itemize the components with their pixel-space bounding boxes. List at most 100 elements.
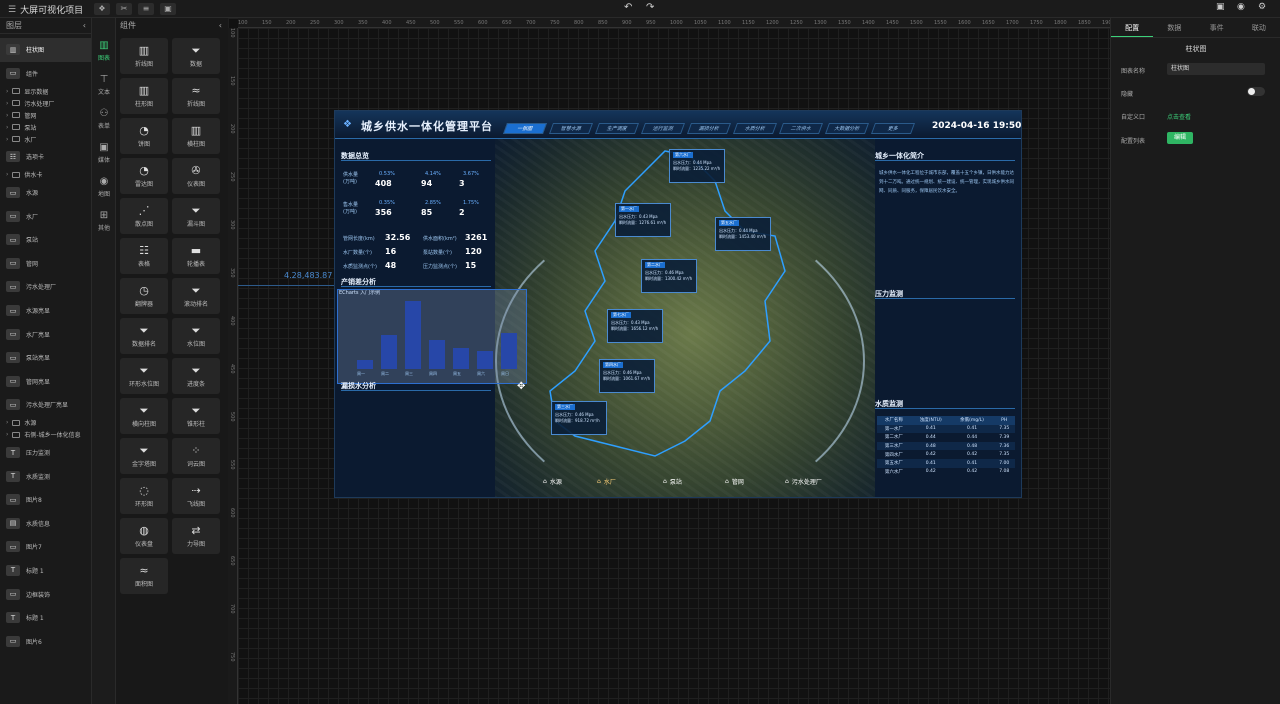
caret-icon[interactable]: › <box>6 431 8 438</box>
caret-icon[interactable]: › <box>6 171 8 178</box>
undo-icon[interactable]: ↶ <box>624 2 632 13</box>
category-tab[interactable]: ▣ 媒体 <box>92 136 116 170</box>
layer-item[interactable]: ▭ 图片7 <box>0 535 91 559</box>
component-card[interactable]: ⏷ 锥形柱 <box>172 398 220 434</box>
collapse-components-icon[interactable]: ‹ <box>219 18 222 34</box>
dashboard-preview[interactable]: ❖ 城乡供水一体化管理平台 一张图 智慧水源 生产调度 运行监测 漏损分析 水质分析 二次供… <box>334 110 1022 498</box>
component-card[interactable]: ≈ 折线图 <box>172 78 220 114</box>
layer-item[interactable]: ▭ 水厂 <box>0 204 91 228</box>
dashboard-tab[interactable]: 二次供水 <box>778 123 824 134</box>
category-tab[interactable]: ▥ 图表 <box>92 34 116 68</box>
layer-item[interactable]: ▤ 水质信息 <box>0 512 91 536</box>
plant-popup[interactable]: 第三水厂 出水压力：0.46 Mpa 瞬时流量：918.72 m³/h <box>551 401 607 435</box>
component-card[interactable]: ⁘ 词云图 <box>172 438 220 474</box>
layer-item[interactable]: ▭ 管网 <box>0 252 91 276</box>
component-card[interactable]: ⏷ 滚动排名 <box>172 278 220 314</box>
plant-popup[interactable]: 第四水厂 出水压力：0.46 Mpa 瞬时流量：1061.67 m³/h <box>599 359 655 393</box>
preview-icon[interactable]: ◉ <box>1237 2 1245 12</box>
layer-folder[interactable]: › 水厂 <box>0 133 91 145</box>
caret-icon[interactable]: › <box>6 124 8 131</box>
layer-item[interactable]: T 标题 1 <box>0 559 91 583</box>
bottom-nav-item[interactable]: ⌂ 水厂 <box>597 477 616 486</box>
layer-item[interactable]: ▭ 泵站 <box>0 228 91 252</box>
caret-icon[interactable]: › <box>6 419 8 426</box>
plant-popup[interactable]: 第二水厂 出水压力：0.46 Mpa 瞬时流量：1300.42 m³/h <box>641 259 697 293</box>
layer-item[interactable]: ▭ 污水处理厂 <box>0 275 91 299</box>
layers-toggle-icon[interactable]: ❖ <box>94 3 110 15</box>
component-card[interactable]: ⏷ 横向柱图 <box>120 398 168 434</box>
component-card[interactable]: ▥ 横柱图 <box>172 118 220 154</box>
layer-item[interactable]: T 水质监测 <box>0 464 91 488</box>
settings-icon[interactable]: ⚙ <box>1258 2 1266 12</box>
dashboard-tab[interactable]: 水质分析 <box>732 123 778 134</box>
component-card[interactable]: ☷ 表格 <box>120 238 168 274</box>
component-card[interactable]: ▥ 折线图 <box>120 38 168 74</box>
component-card[interactable]: ▥ 柱形图 <box>120 78 168 114</box>
layer-item[interactable]: T 压力监测 <box>0 441 91 465</box>
redo-icon[interactable]: ↷ <box>646 2 654 13</box>
component-card[interactable]: ◔ 雷达图 <box>120 158 168 194</box>
collapse-icon[interactable]: ‹ <box>83 18 86 34</box>
component-card[interactable]: ⏷ 水位图 <box>172 318 220 354</box>
component-card[interactable]: ⏷ 金字塔图 <box>120 438 168 474</box>
props-tab[interactable]: 事件 <box>1196 18 1238 37</box>
component-card[interactable]: ⇄ 力导图 <box>172 518 220 554</box>
component-card[interactable]: ◍ 仪表盘 <box>120 518 168 554</box>
component-card[interactable]: ◔ 饼图 <box>120 118 168 154</box>
category-tab[interactable]: ⊤ 文本 <box>92 68 116 102</box>
layer-item[interactable]: ▭ 水厂亮显 <box>0 322 91 346</box>
component-card[interactable]: ⋰ 散点图 <box>120 198 168 234</box>
component-card[interactable]: ✇ 仪表图 <box>172 158 220 194</box>
bottom-nav-item[interactable]: ⌂ 污水处理厂 <box>785 477 822 486</box>
category-tab[interactable]: ◉ 地图 <box>92 170 116 204</box>
layer-folder[interactable]: › 管网 <box>0 109 91 121</box>
menu-icon[interactable]: ☰ <box>8 5 16 15</box>
caret-icon[interactable]: › <box>6 100 8 107</box>
cut-icon[interactable]: ✂ <box>116 3 132 15</box>
props-tab[interactable]: 联动 <box>1238 18 1280 37</box>
save-top-icon[interactable]: ▣ <box>1216 2 1225 12</box>
bottom-nav-item[interactable]: ⌂ 水源 <box>543 477 562 486</box>
bottom-nav-item[interactable]: ⌂ 管网 <box>725 477 744 486</box>
name-input[interactable]: 柱状图 <box>1167 63 1265 75</box>
component-card[interactable]: ⏷ 进度条 <box>172 358 220 394</box>
component-card[interactable]: ▬ 轮播表 <box>172 238 220 274</box>
layer-item[interactable]: ▭ 图片8 <box>0 488 91 512</box>
component-card[interactable]: ⏷ 数据排名 <box>120 318 168 354</box>
layer-folder[interactable]: › 污水处理厂 <box>0 97 91 109</box>
component-card[interactable]: ⏷ 漏斗图 <box>172 198 220 234</box>
props-tab[interactable]: 配置 <box>1111 18 1154 37</box>
dashboard-tab[interactable]: 一张图 <box>502 123 548 134</box>
dashboard-tab[interactable]: 智慧水源 <box>548 123 594 134</box>
dashboard-tab[interactable]: 生产调度 <box>594 123 640 134</box>
hide-toggle[interactable] <box>1247 87 1265 96</box>
layer-folder[interactable]: › 右侧-城乡一体化信息 <box>0 429 91 441</box>
save-icon[interactable]: ▣ <box>160 3 176 15</box>
caret-icon[interactable]: › <box>6 112 8 119</box>
component-card[interactable]: ⏷ 数据 <box>172 38 220 74</box>
plant-popup[interactable]: 第五水厂 出水压力：0.44 Mpa 瞬时流量：1453.40 m³/h <box>715 217 771 251</box>
layer-folder[interactable]: › 水源 <box>0 417 91 429</box>
category-tab[interactable]: ⊞ 其他 <box>92 204 116 238</box>
caret-icon[interactable]: › <box>6 136 8 143</box>
dashboard-tab[interactable]: 运行监测 <box>640 123 686 134</box>
component-card[interactable]: ⇢ 飞线图 <box>172 478 220 514</box>
caret-icon[interactable]: › <box>6 88 8 95</box>
bottom-nav-item[interactable]: ⌂ 泵站 <box>663 477 682 486</box>
component-card[interactable]: ◷ 翻牌器 <box>120 278 168 314</box>
layer-item[interactable]: ▭ 水源 <box>0 181 91 205</box>
layer-item[interactable]: ▭ 管网亮显 <box>0 370 91 394</box>
layer-item[interactable]: ▭ 图片6 <box>0 629 91 653</box>
plant-popup[interactable]: 第七水厂 出水压力：0.43 Mpa 瞬时流量：1656.12 m³/h <box>607 309 663 343</box>
layer-item[interactable]: ▥ 柱状图 <box>0 38 91 62</box>
layer-item[interactable]: ☷ 选项卡 <box>0 145 91 169</box>
component-card[interactable]: ⏷ 环形水位图 <box>120 358 168 394</box>
plant-popup[interactable]: 第六水厂 出水压力：0.44 Mpa 瞬时流量：1235.22 m³/h <box>669 149 725 183</box>
component-card[interactable]: ≈ 面积图 <box>120 558 168 594</box>
plant-popup[interactable]: 第一水厂 出水压力：0.43 Mpa 瞬时流量：1276.61 m³/h <box>615 203 671 237</box>
custom-link[interactable]: 点击查看 <box>1167 112 1191 121</box>
layer-item[interactable]: ▭ 污水处理厂亮显 <box>0 393 91 417</box>
component-card[interactable]: ◌ 环形图 <box>120 478 168 514</box>
dashboard-tab[interactable]: 更多 <box>870 123 916 134</box>
selected-chart[interactable]: ECharts 入门示例 周一 周二 周三 周四 周五 周六 周日 <box>337 289 527 384</box>
